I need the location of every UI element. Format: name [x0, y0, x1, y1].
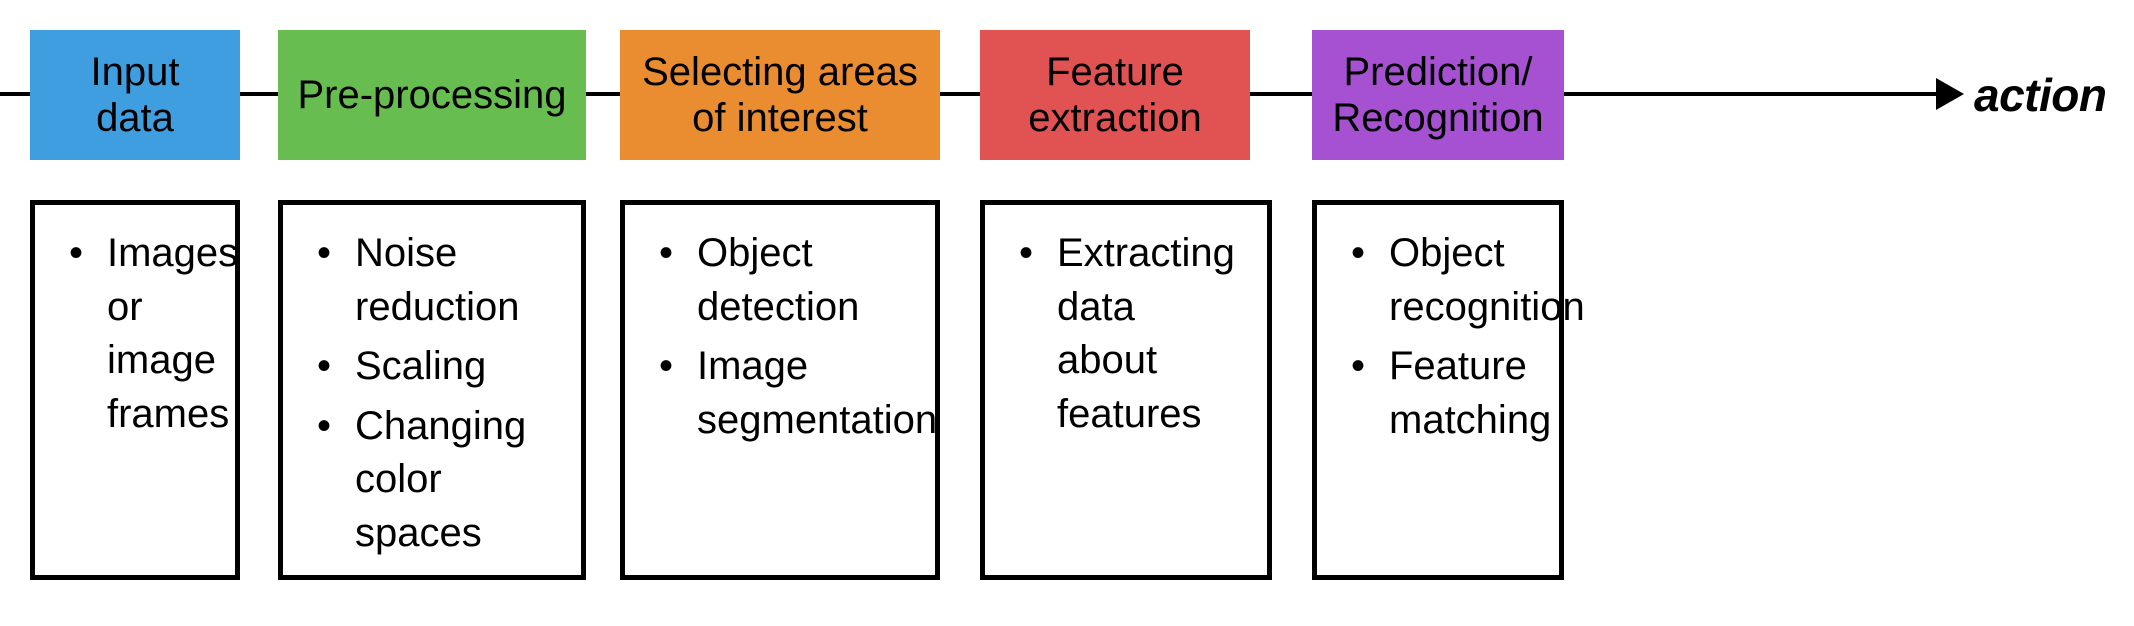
stage-label: Feature extraction: [1028, 49, 1201, 141]
detail-list: Noise reduction Scaling Changing color spa…: [317, 227, 559, 561]
stage-box-feature-extraction: Feature extraction: [980, 30, 1250, 160]
stage-input-data: Input data: [30, 30, 240, 160]
stage-label: Prediction/ Recognition: [1332, 49, 1543, 141]
detail-item: Object recognition: [1351, 227, 1537, 334]
detail-item: Image segmentation: [659, 340, 913, 447]
detail-item: Changing color spaces: [317, 400, 559, 561]
stage-box-input-data: Input data: [30, 30, 240, 160]
stage-label: Input data: [48, 49, 222, 141]
detail-box-input-data: Images or image frames: [30, 200, 240, 580]
detail-box-selecting-areas: Object detectionImage segmentation: [620, 200, 940, 580]
detail-box-feature-extraction: Extracting data about features: [980, 200, 1272, 580]
detail-list: Images or image frames: [69, 227, 213, 441]
stage-box-selecting-areas: Selecting areas of interest: [620, 30, 940, 160]
stage-label: Pre-processing: [297, 72, 566, 118]
detail-list: Object recognitionFeature matching: [1351, 227, 1537, 447]
detail-item: Images or image frames: [69, 227, 213, 441]
stage-feature-extraction: Feature extraction: [980, 30, 1250, 160]
detail-item: Noise reduction: [317, 227, 559, 334]
detail-list: Extracting data about features: [1019, 227, 1245, 441]
output-label: action: [1974, 68, 2106, 122]
detail-item: Scaling: [317, 340, 559, 394]
stage-selecting-areas: Selecting areas of interest: [620, 30, 940, 160]
detail-box-pre-processing: Noise reduction Scaling Changing color spa…: [278, 200, 586, 580]
stage-label: Selecting areas of interest: [642, 49, 918, 141]
detail-item: Feature matching: [1351, 340, 1537, 447]
detail-list: Object detectionImage segmentation: [659, 227, 913, 447]
stage-box-pre-processing: Pre-processing: [278, 30, 586, 160]
detail-box-prediction-recognition: Object recognitionFeature matching: [1312, 200, 1564, 580]
detail-item: Extracting data about features: [1019, 227, 1245, 441]
arrow-head-icon: [1936, 78, 1964, 110]
detail-item: Object detection: [659, 227, 913, 334]
stage-box-prediction-recognition: Prediction/ Recognition: [1312, 30, 1564, 160]
stage-pre-processing: Pre-processing: [278, 30, 586, 160]
stage-prediction-recognition: Prediction/ Recognition: [1312, 30, 1564, 160]
